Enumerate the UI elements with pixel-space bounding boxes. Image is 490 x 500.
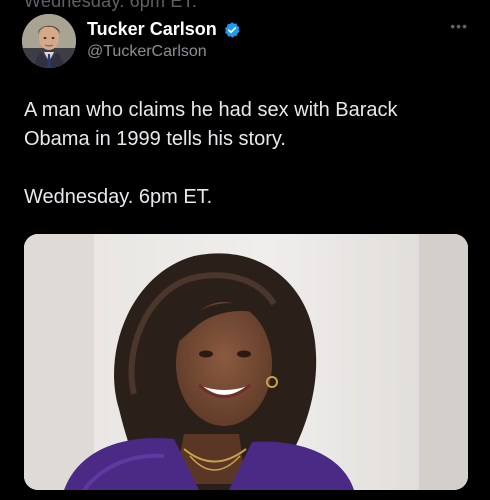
tweet-body: A man who claims he had sex with Barack … — [24, 96, 464, 212]
avatar-image — [22, 14, 76, 68]
previous-tweet-partial-text: Wednesday. 6pm ET. — [24, 0, 198, 11]
more-options-icon[interactable]: ••• — [450, 18, 468, 34]
author-handle[interactable]: @TuckerCarlson — [87, 43, 207, 61]
tweet-text-line-1: A man who claims he had sex with Barack … — [24, 99, 398, 150]
avatar[interactable] — [22, 14, 76, 68]
tweet-media-image[interactable] — [24, 234, 468, 490]
tweet-card[interactable]: Wednesday. 6pm ET. Tucker Carlson @Tucke… — [0, 0, 490, 500]
verified-badge-icon — [223, 21, 241, 39]
author-name-row[interactable]: Tucker Carlson — [87, 19, 241, 40]
author-display-name[interactable]: Tucker Carlson — [87, 19, 217, 40]
media-photo — [24, 234, 468, 490]
tweet-text-line-2: Wednesday. 6pm ET. — [24, 186, 213, 208]
